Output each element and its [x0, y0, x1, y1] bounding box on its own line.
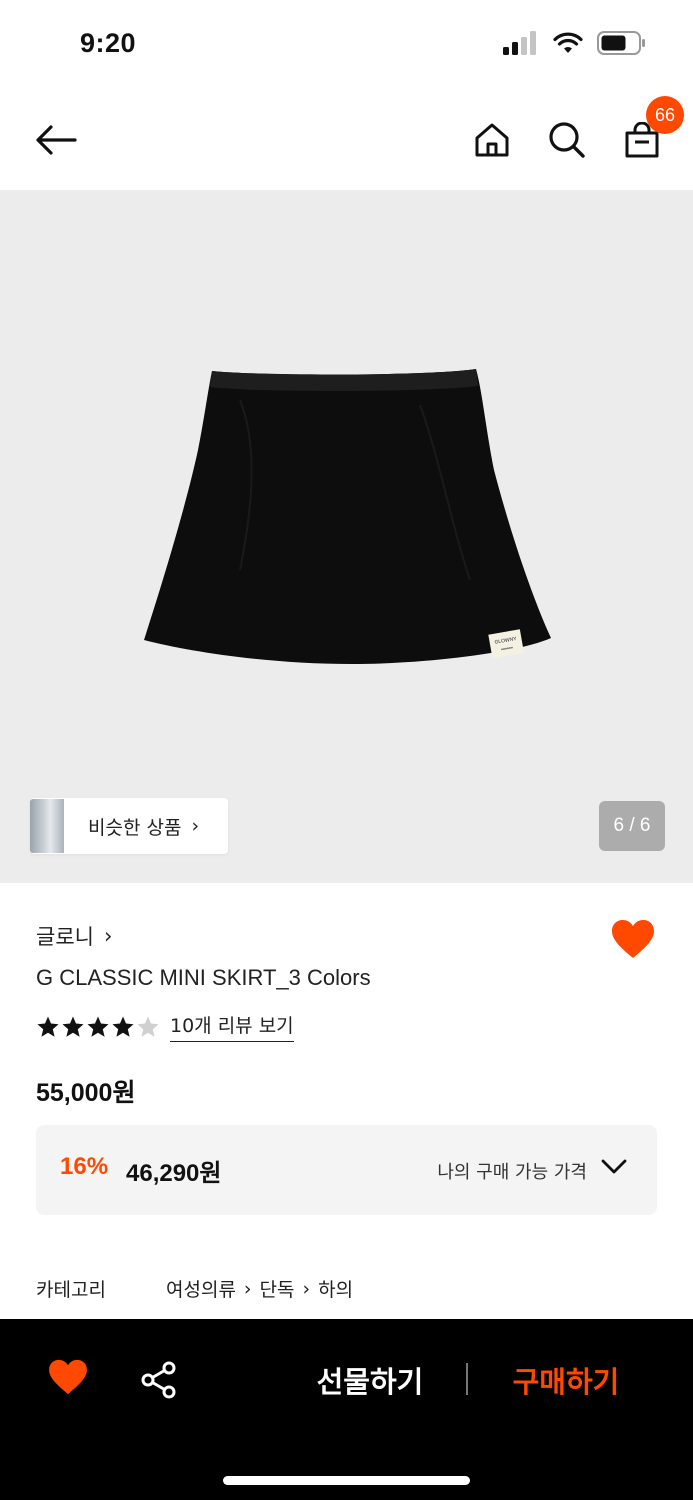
- category-row: 카테고리 여성의류 › 단독 › 하의: [36, 1275, 353, 1302]
- star-empty-icon: [137, 1016, 159, 1037]
- discount-rate: 16%: [60, 1153, 109, 1180]
- category-breadcrumb: 여성의류 › 단독 › 하의: [166, 1275, 353, 1302]
- category-crumb[interactable]: 단독: [260, 1275, 295, 1302]
- my-price-box[interactable]: 16% 46,290원 나의 구매 가능 가격: [36, 1125, 657, 1215]
- status-bar: 9:20: [0, 0, 693, 90]
- chevron-right-icon: ›: [191, 815, 200, 837]
- original-price: 55,000원: [36, 1079, 136, 1107]
- heart-icon: [612, 920, 654, 958]
- sale-price: 46,290원: [126, 1160, 222, 1187]
- category-crumb[interactable]: 하의: [318, 1275, 353, 1302]
- status-time: 9:20: [80, 28, 137, 58]
- brand-name: 글로니: [36, 925, 94, 949]
- status-icons: [503, 30, 647, 56]
- battery-icon: [597, 31, 645, 55]
- wifi-icon: [553, 32, 583, 53]
- share-button[interactable]: [140, 1361, 178, 1399]
- bottom-action-bar: 선물하기 구매하기: [0, 1319, 693, 1500]
- category-label: 카테고리: [36, 1279, 106, 1301]
- cellular-signal-icon: [503, 31, 536, 55]
- back-button[interactable]: [28, 112, 84, 168]
- image-page-counter: 6 / 6: [599, 801, 665, 851]
- star-rating: [36, 1015, 160, 1039]
- review-link[interactable]: 10개 리뷰 보기: [170, 1011, 294, 1042]
- product-image: GLOWNY: [144, 369, 551, 664]
- search-button[interactable]: [539, 112, 595, 168]
- product-image-gallery[interactable]: GLOWNY 비슷한 상품 › 6 / 6: [0, 190, 693, 883]
- similar-products-button[interactable]: 비슷한 상품 ›: [30, 798, 228, 854]
- star-filled-icon: [62, 1016, 84, 1037]
- share-icon: [141, 1361, 176, 1399]
- buy-button[interactable]: 구매하기: [496, 1359, 636, 1401]
- like-button[interactable]: [611, 919, 655, 963]
- star-filled-icon: [87, 1016, 109, 1037]
- home-button[interactable]: [464, 112, 520, 168]
- cart-count-badge: 66: [646, 96, 684, 134]
- similar-product-thumbnail: [30, 799, 64, 853]
- arrow-left-icon: [36, 125, 77, 155]
- chevron-right-icon: ›: [302, 1277, 311, 1300]
- gift-button[interactable]: 선물하기: [300, 1359, 440, 1401]
- chevron-right-icon: ›: [103, 924, 113, 948]
- bottom-like-button[interactable]: [48, 1359, 88, 1399]
- home-indicator: [223, 1476, 470, 1485]
- chevron-down-icon: [601, 1159, 627, 1174]
- cart-button[interactable]: 66: [614, 96, 684, 168]
- rating-row: 10개 리뷰 보기: [36, 1011, 294, 1042]
- product-info: 글로니 › G CLASSIC MINI SKIRT_3 Colors 10개 …: [0, 883, 693, 1319]
- brand-link[interactable]: 글로니 ›: [36, 921, 112, 951]
- heart-icon: [49, 1359, 87, 1395]
- similar-products-label: 비슷한 상품: [88, 816, 182, 839]
- search-icon: [549, 122, 585, 158]
- nav-bar: 66: [0, 90, 693, 190]
- product-name: G CLASSIC MINI SKIRT_3 Colors: [36, 965, 371, 990]
- category-crumb[interactable]: 여성의류: [166, 1275, 236, 1302]
- divider: [466, 1363, 468, 1395]
- star-filled-icon: [112, 1016, 134, 1037]
- chevron-right-icon: ›: [243, 1277, 252, 1300]
- my-price-label: 나의 구매 가능 가격: [437, 1162, 587, 1183]
- star-filled-icon: [37, 1016, 59, 1037]
- home-icon: [475, 123, 509, 157]
